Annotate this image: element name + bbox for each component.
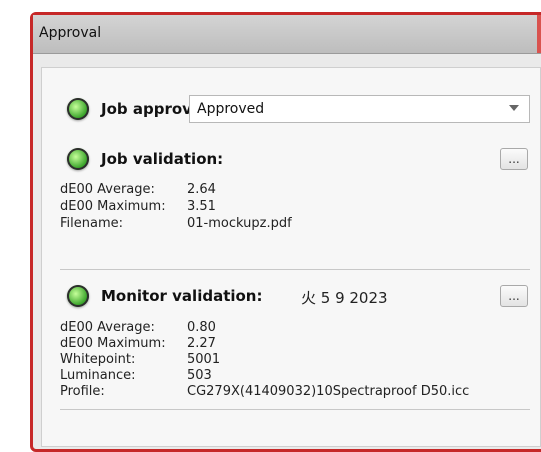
job-validation-status-icon bbox=[67, 148, 89, 170]
job-validation-key-1: dE00 Average: bbox=[60, 182, 155, 197]
job-validation-value-1: 2.64 bbox=[187, 182, 216, 197]
monitor-validation-status-icon bbox=[67, 285, 89, 307]
monitor-validation-label: Monitor validation: bbox=[101, 287, 263, 305]
monitor-validation-value-4: 503 bbox=[187, 368, 212, 383]
close-button[interactable] bbox=[537, 15, 541, 53]
job-approval-status-icon bbox=[67, 98, 89, 120]
title-bar[interactable]: Approval bbox=[33, 15, 541, 54]
monitor-validation-key-3: Whitepoint: bbox=[60, 352, 136, 367]
monitor-validation-key-5: Profile: bbox=[60, 384, 105, 399]
monitor-validation-details-button[interactable]: ... bbox=[500, 285, 528, 307]
job-validation-label: Job validation: bbox=[101, 150, 224, 168]
job-approval-select[interactable]: Approved bbox=[189, 95, 530, 123]
monitor-validation-value-3: 5001 bbox=[187, 352, 221, 367]
job-validation-key-2: dE00 Maximum: bbox=[60, 199, 166, 214]
monitor-validation-key-4: Luminance: bbox=[60, 368, 136, 383]
section-divider-bottom bbox=[60, 409, 530, 410]
chevron-down-icon bbox=[509, 105, 519, 111]
monitor-validation-value-5: CG279X(41409032)10Spectraproof D50.icc bbox=[187, 384, 470, 399]
job-validation-details-button[interactable]: ... bbox=[500, 148, 528, 170]
job-approval-value: Approved bbox=[197, 101, 265, 117]
job-validation-value-3: 01-mockupz.pdf bbox=[187, 216, 292, 231]
section-divider bbox=[60, 269, 530, 270]
monitor-validation-key-1: dE00 Average: bbox=[60, 320, 155, 335]
job-validation-key-3: Filename: bbox=[60, 216, 124, 231]
monitor-validation-value-1: 0.80 bbox=[187, 320, 216, 335]
window-title: Approval bbox=[39, 25, 102, 41]
job-validation-value-2: 3.51 bbox=[187, 199, 216, 214]
monitor-validation-key-2: dE00 Maximum: bbox=[60, 336, 166, 351]
monitor-validation-value-2: 2.27 bbox=[187, 336, 216, 351]
monitor-validation-date: 火 5 9 2023 bbox=[301, 289, 388, 307]
